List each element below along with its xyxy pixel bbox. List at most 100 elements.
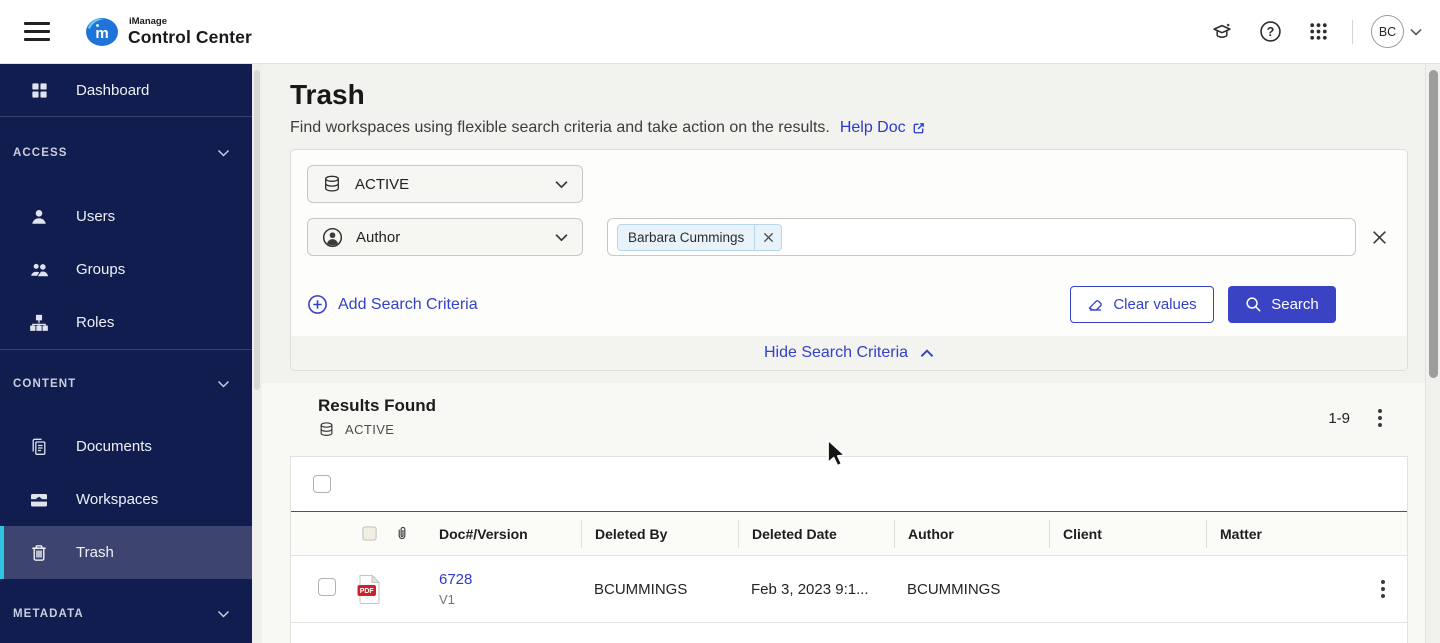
brand-small-label: iManage [129,16,168,27]
sidebar-item-label: Trash [76,544,114,561]
criteria-value-input[interactable]: Barbara Cummings [607,218,1356,256]
table-row[interactable]: PDF 6728 V1 BCUMMINGS Feb 3, 2023 9:1...… [291,556,1407,623]
sidebar-item-trash[interactable]: Trash [0,526,252,579]
cell-deleted-by: BCUMMINGS [594,580,688,598]
avatar[interactable]: BC [1371,15,1404,48]
results-kebab-menu-icon[interactable] [1374,405,1386,431]
sidebar-item-label: Groups [76,261,126,278]
vertical-scrollbar[interactable] [1425,64,1440,643]
hide-search-criteria-toggle[interactable]: Hide Search Criteria [291,336,1407,370]
sidebar-item-workspaces[interactable]: Workspaces [0,473,252,526]
file-column-icon [351,525,387,542]
remove-criteria-row-icon[interactable] [1371,229,1388,246]
clear-values-label: Clear values [1113,296,1197,313]
apps-grid-icon[interactable] [1306,20,1330,44]
users-icon [28,207,50,227]
trash-icon [28,543,50,563]
author-person-icon [322,227,343,248]
results-range: 1-9 [1328,409,1350,427]
sidebar-section-metadata[interactable]: METADATA [0,601,252,627]
sidebar-section-content[interactable]: CONTENT [0,371,252,397]
avatar-initials: BC [1378,24,1397,39]
column-header-matter[interactable]: Matter [1206,519,1359,548]
sidebar-item-label: Workspaces [76,491,159,508]
doc-number-link[interactable]: 6728 [439,571,581,588]
sidebar-item-roles[interactable]: Roles [0,296,252,349]
page-title: Trash [290,79,365,110]
clear-values-button[interactable]: Clear values [1070,286,1214,323]
select-all-row [291,457,1407,511]
learning-graduation-cap-icon[interactable] [1210,20,1234,44]
value-chip-label: Barbara Cummings [628,229,745,245]
sidebar-item-label: Documents [76,438,152,455]
chevron-up-icon [920,348,934,358]
section-label: ACCESS [13,147,68,159]
documents-icon [28,437,50,457]
dashboard-icon [28,81,50,100]
results-title: Results Found [318,396,437,415]
sidebar: Dashboard ACCESS Users Groups Roles CONT… [0,64,252,643]
results-table: Doc#/Version Deleted By Deleted Date Aut… [290,456,1408,643]
add-search-criteria-label: Add Search Criteria [338,295,478,313]
criteria-field-value: Author [356,228,401,246]
sidebar-section-access[interactable]: ACCESS [0,140,252,166]
sidebar-item-groups[interactable]: Groups [0,243,252,296]
scrollbar-thumb[interactable] [1429,70,1438,378]
column-header-deleted-by[interactable]: Deleted By [581,519,738,548]
external-link-icon [911,121,926,136]
chevron-down-icon [217,380,230,388]
avatar-chevron-down-icon[interactable] [1410,28,1422,36]
help-doc-link[interactable]: Help Doc [840,117,926,139]
sidebar-item-label: Users [76,208,116,225]
sidebar-item-label: Roles [76,314,115,331]
sidebar-item-dashboard[interactable]: Dashboard [0,64,252,117]
help-icon[interactable]: ? [1258,20,1282,44]
svg-text:?: ? [1266,25,1274,39]
search-button-label: Search [1271,296,1319,313]
select-all-checkbox[interactable] [313,475,331,493]
scope-dropdown-value: ACTIVE [355,175,410,193]
table-header-row: Doc#/Version Deleted By Deleted Date Aut… [291,511,1407,556]
column-header-deleted-date[interactable]: Deleted Date [738,519,894,548]
add-search-criteria-button[interactable]: Add Search Criteria [307,294,478,315]
workspaces-icon [28,490,50,510]
sidebar-item-users[interactable]: Users [0,190,252,243]
brand-main-label: Control Center [128,26,252,47]
help-doc-label: Help Doc [839,119,906,136]
roles-hierarchy-icon [28,313,50,333]
doc-version: V1 [439,592,455,607]
chevron-down-icon [555,180,568,189]
row-kebab-menu-icon[interactable] [1377,576,1389,602]
chip-remove-icon[interactable] [754,224,781,250]
results-header: Results Found ACTIVE 1-9 [262,383,1425,456]
section-label: METADATA [13,608,84,620]
sidebar-item-documents[interactable]: Documents [0,420,252,473]
search-icon [1245,296,1262,313]
brand-logo: m iManage Control Center [84,16,252,48]
section-label: CONTENT [13,378,77,390]
pdf-badge-label: PDF [359,588,374,595]
eraser-icon [1087,296,1104,313]
column-header-author[interactable]: Author [894,519,1049,548]
search-button[interactable]: Search [1228,286,1336,323]
results-scope-label: ACTIVE [345,422,395,437]
criteria-field-dropdown[interactable]: Author [307,218,583,256]
main-content: Trash Find workspaces using flexible sea… [262,64,1425,643]
hide-search-criteria-label: Hide Search Criteria [763,344,909,361]
column-header-doc[interactable]: Doc#/Version [417,520,581,548]
plus-circle-icon [307,294,328,315]
column-header-client[interactable]: Client [1049,519,1206,548]
database-icon [322,174,342,194]
chevron-down-icon [217,149,230,157]
topbar-actions: ? BC [1186,15,1422,48]
row-checkbox[interactable] [318,577,336,596]
cell-deleted-date: Feb 3, 2023 9:1... [751,580,869,598]
page-subtitle: Find workspaces using flexible search cr… [290,119,830,136]
topbar: m iManage Control Center ? BC [0,0,1440,64]
sidebar-scrollbar[interactable] [252,64,262,643]
attachment-paperclip-icon [387,525,417,542]
scope-dropdown[interactable]: ACTIVE [307,165,583,203]
sidebar-item-label: Dashboard [76,81,150,99]
hamburger-menu-icon[interactable] [24,20,56,44]
pdf-file-icon: PDF [351,573,387,605]
